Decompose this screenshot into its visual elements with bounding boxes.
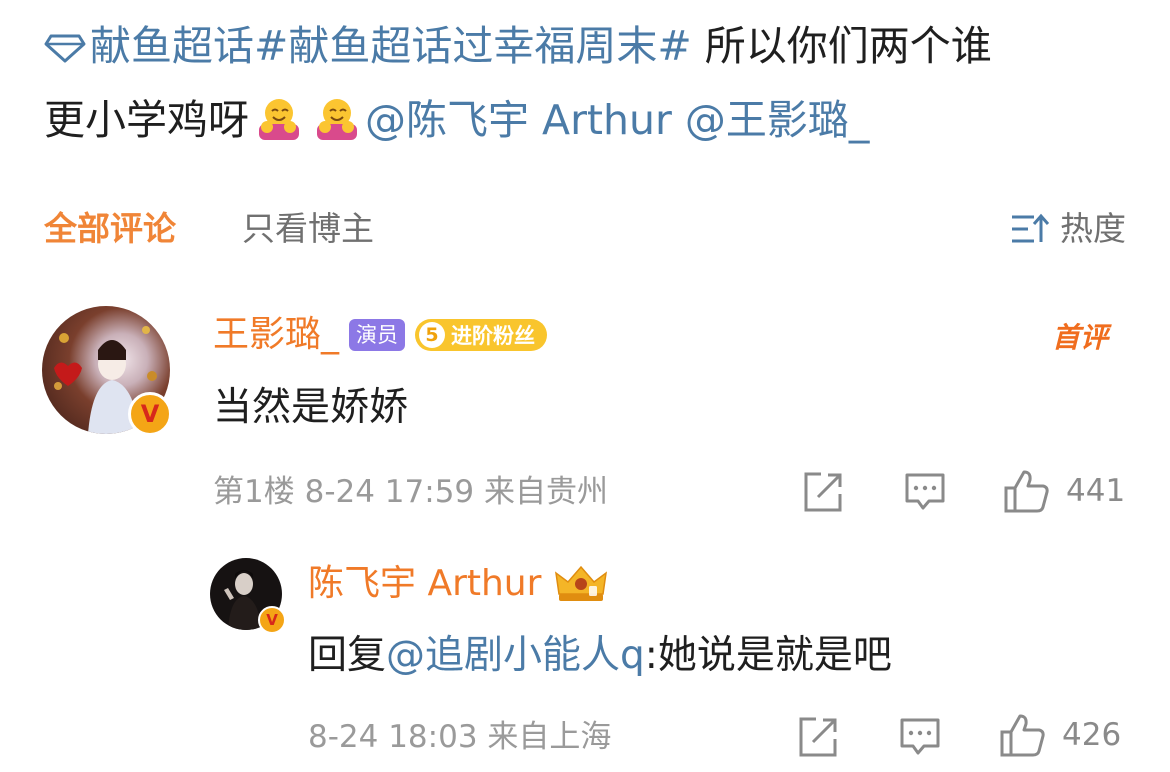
like-icon xyxy=(1000,714,1045,757)
mention-link[interactable]: @陈飞宇 Arthur xyxy=(365,96,672,144)
post-text-segment: 所以你们两个谁 xyxy=(691,22,992,70)
like-icon xyxy=(1004,470,1049,513)
like-count: 426 xyxy=(1062,717,1122,753)
fan-level-number: 5 xyxy=(419,322,446,348)
comment-header: 王影璐_ 演员 5 进阶粉丝 xyxy=(213,312,548,358)
comment-username[interactable]: 王影璐_ xyxy=(213,312,339,358)
hug-emoji-icon xyxy=(317,99,357,140)
reply-header: 陈飞宇 Arthur xyxy=(308,561,609,607)
commenter-avatar-wrap[interactable]: V xyxy=(42,306,172,436)
role-tag: 演员 xyxy=(349,319,406,351)
post-text-line2: 更小学鸡呀 @陈飞宇 Arthur @王影璐_ xyxy=(44,92,869,148)
reply-datetime: 8-24 18:03 xyxy=(308,719,478,755)
reply-location: 来自上海 xyxy=(487,719,612,755)
reply-mention[interactable]: @追剧小能人q xyxy=(386,633,645,678)
sort-label: 热度 xyxy=(1060,209,1126,248)
repost-icon[interactable] xyxy=(801,470,845,514)
reply-meta: 8-24 18:03 来自上海 xyxy=(308,716,611,758)
reply-username[interactable]: 陈飞宇 Arthur xyxy=(308,561,541,607)
verified-v-icon: V xyxy=(258,606,286,634)
reply-avatar-wrap[interactable]: V xyxy=(210,558,286,634)
like-button[interactable]: 426 xyxy=(998,712,1121,758)
post-text-line1: 献鱼超话#献鱼超话过幸福周末# 所以你们两个谁 xyxy=(44,18,992,74)
comment-icon[interactable] xyxy=(903,470,947,514)
comment-text: 当然是娇娇 xyxy=(213,385,409,430)
fan-level-badge[interactable]: 5 进阶粉丝 xyxy=(415,319,548,351)
post-text-segment: 更小学鸡呀 xyxy=(44,96,249,144)
diamond-icon xyxy=(44,34,86,63)
tab-all-comments[interactable]: 全部评论 xyxy=(44,206,176,252)
topic-link-text: 献鱼超话#献鱼超话过幸福周末# xyxy=(90,22,692,70)
comment-location: 来自贵州 xyxy=(484,474,608,510)
hug-emoji-icon xyxy=(259,99,299,140)
verified-v-icon: V xyxy=(128,392,172,436)
reply-text: 回复@追剧小能人q:她说是就是吧 xyxy=(308,630,892,682)
floor-number: 第1楼 xyxy=(213,474,295,510)
sort-icon xyxy=(1012,213,1050,243)
repost-icon[interactable] xyxy=(796,715,840,759)
comment-meta: 第1楼 8-24 17:59 来自贵州 xyxy=(213,471,608,513)
comment-icon[interactable] xyxy=(898,715,942,759)
mention-link[interactable]: @王影璐_ xyxy=(685,96,870,144)
reply-prefix: 回复 xyxy=(308,633,387,678)
reply-body: :她说是就是吧 xyxy=(644,633,892,678)
like-count: 441 xyxy=(1066,473,1126,509)
tab-author-only[interactable]: 只看博主 xyxy=(242,206,374,252)
like-button[interactable]: 441 xyxy=(1002,468,1125,514)
sort-button[interactable]: 热度 xyxy=(1010,206,1126,252)
topic-link[interactable]: 献鱼超话#献鱼超话过幸福周末# xyxy=(44,22,692,70)
comment-datetime: 8-24 17:59 xyxy=(304,474,475,510)
crown-icon xyxy=(555,565,608,601)
first-comment-badge: 首评 xyxy=(1052,321,1109,354)
fan-level-label: 进阶粉丝 xyxy=(451,324,536,348)
